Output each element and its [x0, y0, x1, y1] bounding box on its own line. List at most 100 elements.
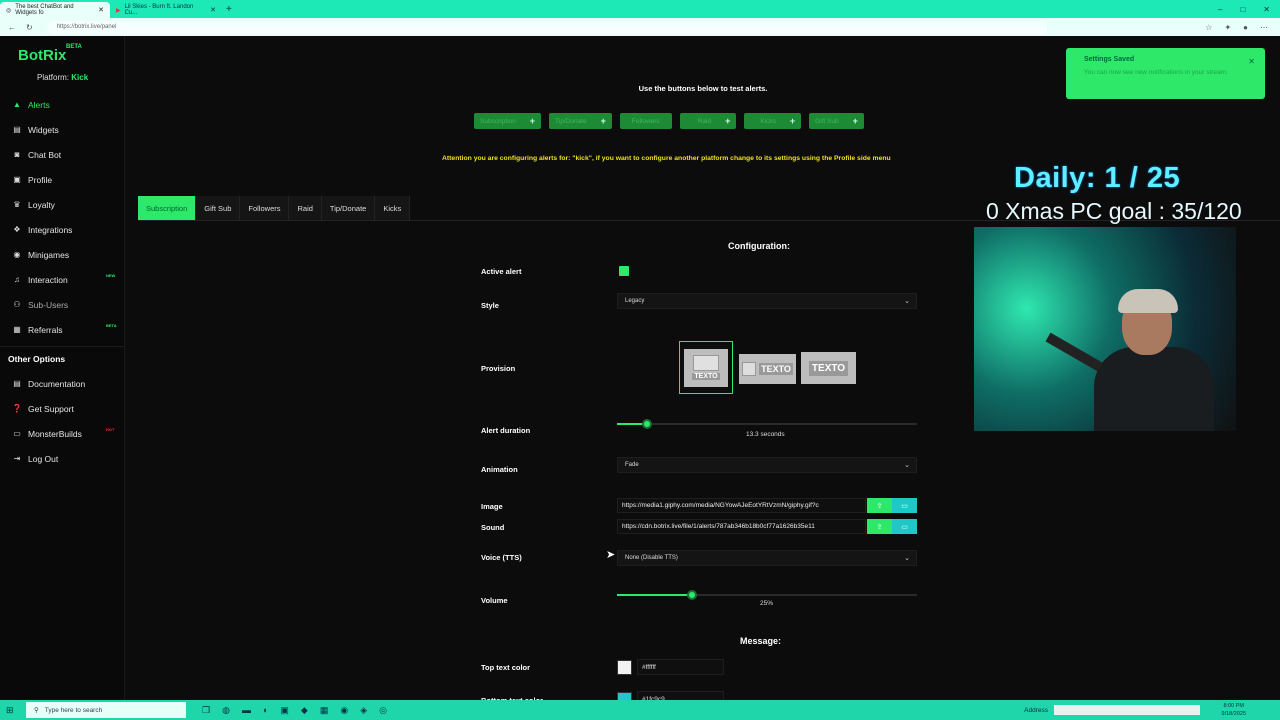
slider-handle[interactable] — [642, 419, 652, 429]
sidebar-item-minigames[interactable]: ◉ Minigames — [0, 242, 125, 267]
taskbar-search[interactable]: ⚲ Type here to search — [26, 702, 186, 718]
voice-select[interactable]: None (Disable TTS) ⌄ — [617, 550, 917, 566]
provision-option-side-by-side[interactable]: TEXTO — [739, 354, 796, 384]
file-explorer-icon[interactable]: ▬ — [242, 705, 251, 716]
tab-raid[interactable]: Raid — [289, 196, 322, 220]
volume-slider[interactable] — [617, 590, 917, 600]
browser-tab-music[interactable]: ▶ Lil Skies - Burn ft. Landon Cu... ✕ — [110, 2, 222, 18]
volume-value: 25% — [760, 600, 774, 607]
minimize-icon[interactable]: – — [1218, 5, 1222, 14]
toast-title: Settings Saved — [1084, 56, 1135, 63]
sidebar-item-integrations[interactable]: ❖ Integrations — [0, 217, 125, 242]
sidebar-item-get-support[interactable]: ❓ Get Support — [0, 396, 125, 421]
top-text-color-label: Top text color — [481, 663, 531, 672]
url-field[interactable]: https://botrix.live/panel — [46, 20, 1047, 34]
sidebar-item-chat-bot[interactable]: ◙ Chat Bot — [0, 142, 125, 167]
provision-option-stacked[interactable]: TEXTO — [679, 341, 733, 394]
app-icon[interactable]: ◆ — [301, 705, 308, 716]
active-alert-checkbox[interactable] — [619, 266, 629, 276]
sidebar-item-documentation[interactable]: ▤ Documentation — [0, 371, 125, 396]
logout-icon: ⇥ — [13, 454, 21, 463]
sidebar-item-monsterbuilds[interactable]: ▭ MonsterBuilds HOT — [0, 421, 125, 446]
reload-icon[interactable]: ↻ — [26, 23, 33, 32]
music-icon: ♫ — [14, 275, 20, 284]
style-label: Style — [481, 301, 499, 310]
tab-gift-sub[interactable]: Gift Sub — [196, 196, 241, 220]
excel-app-icon[interactable]: ▦ — [320, 705, 329, 716]
taskbar-address-input[interactable] — [1054, 705, 1200, 715]
image-library-button[interactable]: ▭ — [892, 498, 917, 513]
plus-icon: + — [600, 116, 606, 126]
chrome-app-icon[interactable]: ◉ — [340, 705, 348, 716]
back-icon[interactable]: ← — [8, 23, 16, 32]
browser-tab-botrix[interactable]: ◎ The best ChatBot and Widgets fo ✕ — [0, 2, 110, 18]
sidebar-item-profile[interactable]: ▣ Profile — [0, 167, 125, 192]
browser-app-icon[interactable]: ◍ — [222, 705, 230, 716]
test-raid-button[interactable]: Raid + — [679, 113, 737, 129]
provision-option-text-only[interactable]: TEXTO — [801, 352, 856, 384]
menu-icon[interactable]: ⋯ — [1260, 23, 1268, 32]
sidebar-item-loyalty[interactable]: ♛ Loyalty — [0, 192, 125, 217]
test-gift-sub-button[interactable]: Gift Sub + — [809, 113, 864, 129]
extensions-icon[interactable]: ✦ — [1224, 23, 1231, 32]
style-select[interactable]: Legacy ⌄ — [617, 293, 917, 309]
sidebar-item-widgets[interactable]: ▤ Widgets — [0, 117, 125, 142]
sidebar-item-log-out[interactable]: ⇥ Log Out — [0, 446, 125, 471]
top-text-color-swatch[interactable] — [617, 660, 632, 675]
botrix-logo[interactable]: BotRix BETA — [18, 44, 82, 64]
sound-url-field[interactable]: https://cdn.botrix.live/file/1/alerts/78… — [617, 519, 866, 534]
sidebar-item-label: MonsterBuilds — [28, 428, 82, 439]
close-window-icon[interactable]: ✕ — [1263, 5, 1270, 14]
close-tab-icon[interactable]: ✕ — [210, 6, 216, 14]
app-icon[interactable]: ◎ — [379, 705, 387, 716]
test-tip-button[interactable]: Tip/Donate + — [549, 113, 612, 129]
sidebar-item-label: Documentation — [28, 378, 86, 389]
button-label: Tip/Donate — [555, 117, 587, 125]
animation-select[interactable]: Fade ⌄ — [617, 457, 917, 473]
test-followers-button[interactable]: Followers — [619, 113, 672, 129]
plus-icon: + — [725, 116, 731, 126]
upload-sound-button[interactable]: ⇪ — [867, 519, 892, 534]
message-heading: Message: — [740, 636, 782, 646]
sidebar-item-label: Integrations — [28, 224, 73, 235]
close-icon[interactable]: ✕ — [1248, 57, 1255, 66]
widgets-icon: ▤ — [13, 125, 21, 134]
microphone-arm — [1045, 332, 1103, 372]
favorite-icon[interactable]: ☆ — [1205, 23, 1212, 32]
top-text-color-field[interactable]: #ffffff — [637, 659, 724, 675]
sidebar-item-sub-users[interactable]: ⚇ Sub-Users — [0, 292, 125, 317]
maximize-icon[interactable]: □ — [1240, 5, 1245, 14]
profile-avatar-icon[interactable]: ● — [1243, 23, 1248, 32]
chevron-down-icon: ⌄ — [904, 555, 910, 562]
edge-app-icon[interactable]: ◐ — [263, 705, 268, 716]
provision-text: TEXTO — [692, 373, 720, 380]
app-icon[interactable]: ◈ — [360, 705, 367, 716]
upload-image-button[interactable]: ⇪ — [867, 498, 892, 513]
sound-label: Sound — [481, 523, 505, 532]
sidebar-item-label: Interaction — [28, 274, 68, 285]
mouse-cursor-icon: ➤ — [606, 549, 616, 561]
windows-start-icon[interactable]: ⊞ — [6, 705, 20, 716]
referrals-icon: ▦ — [13, 325, 21, 334]
sound-library-button[interactable]: ▭ — [892, 519, 917, 534]
store-app-icon[interactable]: ▣ — [280, 705, 289, 716]
voice-value: None (Disable TTS) — [625, 555, 678, 561]
slider-handle[interactable] — [687, 590, 697, 600]
tab-subscription[interactable]: Subscription — [138, 196, 197, 220]
tab-followers[interactable]: Followers — [240, 196, 290, 220]
sidebar-item-referrals[interactable]: ▦ Referrals BETA — [0, 317, 125, 342]
close-tab-icon[interactable]: ✕ — [98, 6, 104, 14]
sidebar-item-interaction[interactable]: ♫ Interaction NEW — [0, 267, 125, 292]
platform-label: Platform: — [37, 73, 70, 82]
new-tab-icon[interactable]: + — [226, 4, 232, 15]
test-subscription-button[interactable]: Subscription + — [474, 113, 542, 129]
alert-duration-slider[interactable] — [617, 419, 917, 429]
image-url-field[interactable]: https://media1.giphy.com/media/NGYowAJeE… — [617, 498, 866, 513]
address-bar: ← ↻ https://botrix.live/panel ☆ ✦ ● ⋯ — [0, 18, 1280, 36]
task-view-icon[interactable]: ❐ — [202, 705, 210, 716]
tab-kicks[interactable]: Kicks — [375, 196, 411, 220]
sidebar-item-alerts[interactable]: ▲ Alerts — [0, 92, 125, 117]
test-kicks-button[interactable]: Kicks + — [744, 113, 802, 129]
taskbar-clock[interactable]: 8:00 PM 9/18/2025 — [1222, 702, 1246, 718]
tab-tip-donate[interactable]: Tip/Donate — [321, 196, 376, 220]
